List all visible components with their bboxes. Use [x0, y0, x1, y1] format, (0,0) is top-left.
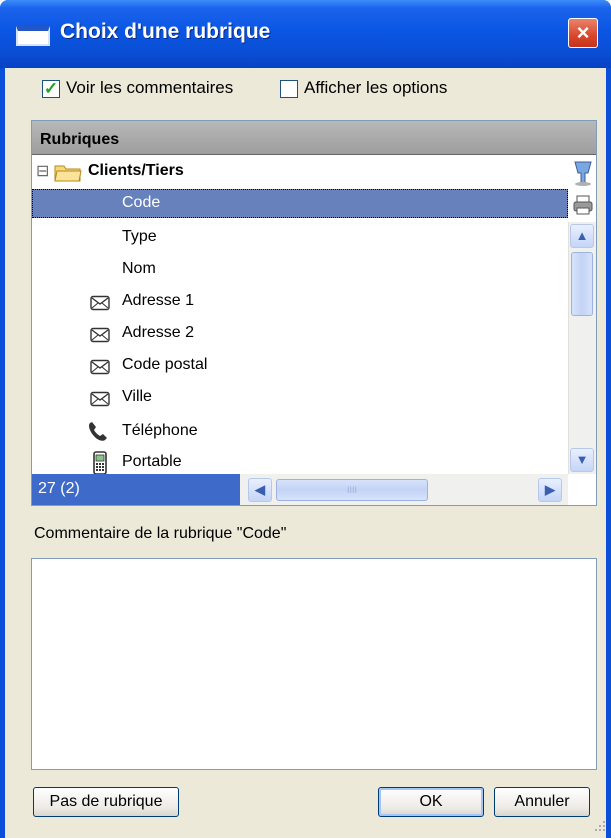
close-button[interactable]: ×	[568, 18, 598, 48]
vertical-scroll-thumb[interactable]	[571, 252, 593, 316]
resize-grip-icon[interactable]	[592, 818, 606, 832]
tree-item[interactable]: Nom	[32, 256, 568, 284]
window-icon	[16, 26, 50, 46]
window-title: Choix d'une rubrique	[60, 20, 271, 43]
tree-item-label: Nom	[122, 260, 156, 277]
envelope-icon	[90, 391, 110, 407]
horizontal-scroll-thumb[interactable]: IIII	[276, 479, 428, 501]
tree-item[interactable]: Téléphone	[32, 418, 568, 446]
item-count: 27 (2)	[38, 480, 80, 497]
scroll-left-button[interactable]: ◀	[248, 478, 272, 502]
scroll-up-button[interactable]: ▲	[570, 224, 594, 248]
tree-item-label: Type	[122, 228, 157, 245]
show-comments-label[interactable]: Voir les commentaires	[66, 78, 233, 98]
group-label: Clients/Tiers	[88, 162, 184, 179]
tree-item-label: Adresse 2	[122, 324, 195, 341]
ok-button[interactable]: OK	[378, 787, 484, 817]
collapse-toggle-icon[interactable]: ⊟	[36, 161, 49, 181]
comment-textarea[interactable]	[31, 558, 597, 770]
tree-item[interactable]: Adresse 2	[32, 320, 568, 348]
folder-icon	[54, 165, 82, 182]
mobile-phone-icon	[93, 451, 107, 475]
show-comments-checkbox[interactable]: ✓	[42, 80, 60, 98]
show-options-label[interactable]: Afficher les options	[304, 78, 447, 98]
tree-item-label: Téléphone	[122, 422, 198, 439]
tree-item-label: Ville	[122, 388, 152, 405]
no-field-button[interactable]: Pas de rubrique	[33, 787, 179, 817]
cancel-button[interactable]: Annuler	[494, 787, 590, 817]
phone-icon	[89, 422, 107, 441]
tree-item[interactable]: Type	[32, 224, 568, 252]
tree-item-label: Portable	[122, 453, 182, 470]
tree-item-label: Code	[122, 194, 161, 211]
tree-item[interactable]: Portable	[32, 450, 568, 476]
envelope-icon	[90, 359, 110, 375]
tree-item[interactable]: Code postal	[32, 352, 568, 380]
print-icon[interactable]	[572, 193, 594, 217]
tree-item[interactable]: Adresse 1	[32, 288, 568, 316]
tree-item[interactable]: Code	[32, 190, 568, 218]
envelope-icon	[90, 327, 110, 343]
tree-group-row[interactable]: ⊟ Clients/Tiers	[32, 157, 568, 187]
tree-header-label: Rubriques	[40, 131, 120, 148]
scroll-right-button[interactable]: ▶	[538, 478, 562, 502]
scroll-down-button[interactable]: ▼	[570, 448, 594, 472]
filter-icon[interactable]	[572, 159, 594, 187]
options-row: ✓ Voir les commentaires Afficher les opt…	[30, 74, 590, 104]
tree-item-label: Adresse 1	[122, 292, 195, 309]
tree-item-label: Code postal	[122, 356, 208, 373]
comment-label: Commentaire de la rubrique "Code"	[34, 525, 287, 542]
envelope-icon	[90, 295, 110, 311]
tree-item[interactable]: Ville	[32, 384, 568, 412]
show-options-checkbox[interactable]	[280, 80, 298, 98]
